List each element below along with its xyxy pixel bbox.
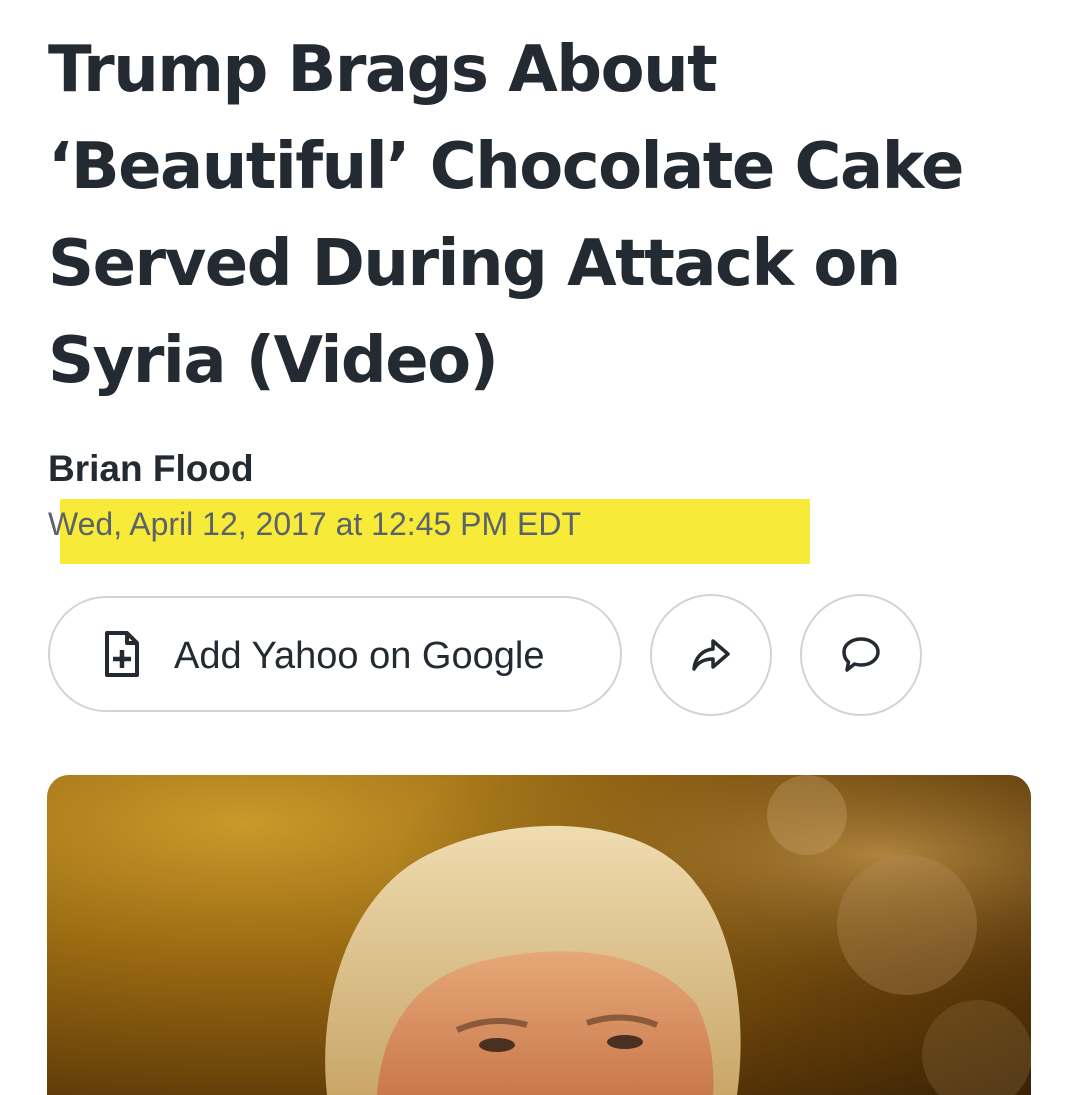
- share-button[interactable]: [650, 594, 772, 716]
- add-yahoo-on-google-button[interactable]: Add Yahoo on Google: [48, 596, 622, 712]
- article-headline: Trump Brags About ‘Beautiful’ Chocolate …: [48, 33, 964, 398]
- share-arrow-icon: [692, 639, 730, 671]
- doc-plus-icon: [105, 631, 139, 677]
- article-hero-image[interactable]: [47, 775, 1031, 1095]
- publish-timestamp: Wed, April 12, 2017 at 12:45 PM EDT: [48, 506, 582, 542]
- comment-bubble-icon: [842, 637, 880, 672]
- comment-button[interactable]: [800, 594, 922, 716]
- add-yahoo-on-google-label: Add Yahoo on Google: [174, 635, 545, 677]
- author-name[interactable]: Brian Flood: [48, 444, 254, 494]
- portrait-photo: [47, 775, 1031, 1095]
